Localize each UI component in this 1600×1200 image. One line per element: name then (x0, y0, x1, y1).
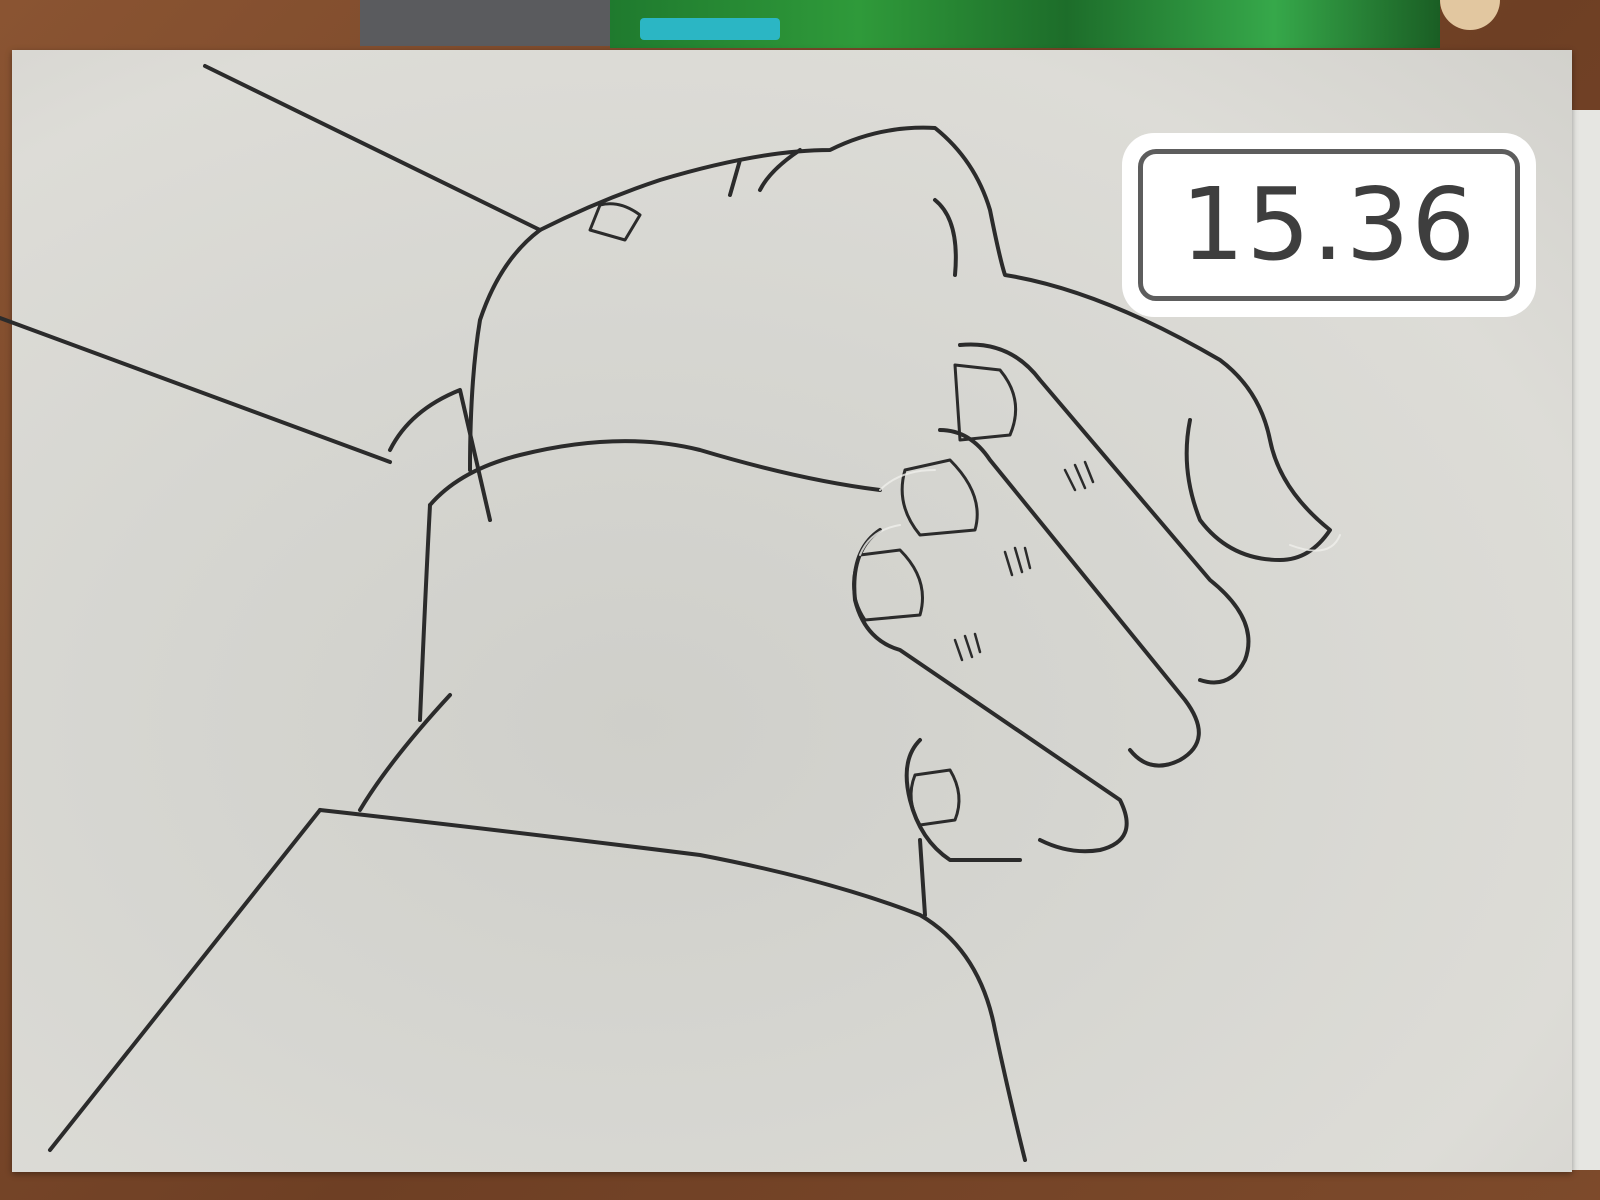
lower-hand-right (918, 838, 927, 917)
lower-hand-left (418, 503, 432, 722)
bracelet (588, 202, 642, 242)
timer-badge: 15.36 (1122, 133, 1536, 317)
photo-scene: 15.36 (0, 0, 1600, 1200)
upper-arm-line (203, 64, 542, 232)
finger-1 (958, 342, 1251, 685)
timer-value: 15.36 (1180, 166, 1478, 283)
lower-hand-bottom (358, 693, 452, 812)
top-hand-wrist (468, 228, 542, 472)
thumb-top (933, 198, 958, 277)
finger-3-nail (852, 548, 924, 622)
timer-badge-frame: 15.36 (1138, 149, 1520, 301)
top-hand-knuckle (388, 388, 492, 522)
finger-4-nail (909, 768, 961, 827)
lower-arm-line (0, 316, 392, 464)
lower-hand-top (428, 439, 882, 507)
finger-1-nail (953, 363, 1018, 442)
sleeve-left (48, 808, 322, 1152)
sleeve-top (318, 808, 1027, 1162)
finger-4 (904, 738, 1022, 862)
